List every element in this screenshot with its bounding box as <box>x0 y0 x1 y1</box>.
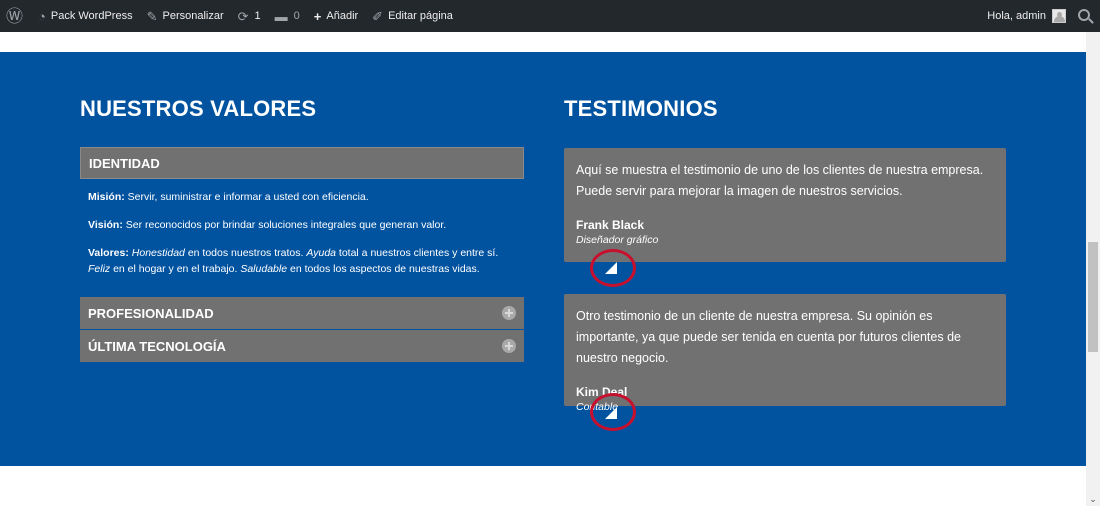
site-name-label: Pack WordPress <box>50 10 133 22</box>
search-icon[interactable] <box>1078 8 1090 21</box>
mision-text: Misión: Servir, suministrar e informar a… <box>88 189 516 205</box>
updates-link[interactable]: ⟳ 1 <box>231 0 268 32</box>
testimonials-title: TESTIMONIOS <box>564 96 718 121</box>
customize-link[interactable]: ✎ Personalizar <box>140 0 231 32</box>
accordion-title: IDENTIDAD <box>89 155 160 171</box>
values-accordion-collapsed: PROFESIONALIDAD ÚLTIMA TECNOLOGÍA <box>80 297 524 362</box>
page-content: NUESTROS VALORES IDENTIDAD Misión: Servi… <box>0 32 1086 506</box>
edit-page-label: Editar página <box>388 10 453 22</box>
wordpress-logo-icon: Ⓦ <box>6 6 23 26</box>
add-new-menu[interactable]: + Añadir <box>307 0 365 32</box>
valores-saludable: Saludable <box>240 263 288 275</box>
updates-count: 1 <box>254 10 261 22</box>
vision-text: Visión: Ser reconocidos por brindar solu… <box>88 217 516 233</box>
values-accordion: IDENTIDAD Misión: Servir, suministrar e … <box>80 147 524 297</box>
admin-bar: Ⓦ ◔ Pack WordPress ✎ Personalizar ⟳ 1 ▬ … <box>0 0 1100 32</box>
testimonial-author: Frank Black <box>576 218 645 232</box>
testimonial-card: Otro testimonio de un cliente de nuestra… <box>564 294 1006 413</box>
expand-plus-icon[interactable] <box>502 306 516 320</box>
vision-label: Visión: <box>88 219 123 231</box>
mision-value: Servir, suministrar e informar a usted c… <box>127 191 369 203</box>
valores-text-3: en el hogar y en el trabajo. <box>110 263 241 275</box>
scroll-down-arrow-icon[interactable]: ⌄ <box>1086 494 1100 505</box>
comment-icon: ▬ <box>274 8 288 24</box>
accordion-title: ÚLTIMA TECNOLOGÍA <box>88 338 226 354</box>
dashboard-icon: ◔ <box>38 8 46 24</box>
valores-text-2: total a nuestros clientes y entre sí. <box>336 247 499 259</box>
accordion-content-identidad: Misión: Servir, suministrar e informar a… <box>80 179 524 297</box>
values-testimonials-section: NUESTROS VALORES IDENTIDAD Misión: Servi… <box>0 52 1086 466</box>
valores-honestidad: Honestidad <box>131 247 185 259</box>
testimonial-quote: Aquí se muestra el testimonio de uno de … <box>576 163 984 198</box>
scrollbar-thumb[interactable] <box>1088 242 1098 352</box>
valores-ayuda: Ayuda <box>306 247 336 259</box>
vision-value: Ser reconocidos por brindar soluciones i… <box>125 219 447 231</box>
testimonial-quote: Otro testimonio de un cliente de nuestra… <box>576 309 961 365</box>
testimonial-author: Kim Deal <box>576 385 628 399</box>
valores-feliz: Feliz <box>88 263 111 275</box>
accordion-header-profesionalidad[interactable]: PROFESIONALIDAD <box>80 297 524 329</box>
my-account-menu[interactable]: Hola, admin <box>980 0 1070 32</box>
add-new-label: Añadir <box>326 10 359 22</box>
customize-label: Personalizar <box>162 10 224 22</box>
valores-text-4: en todos los aspectos de nuestras vidas. <box>287 263 480 275</box>
updates-icon: ⟳ <box>237 8 249 24</box>
expand-plus-icon[interactable] <box>502 339 516 353</box>
plus-icon: + <box>313 8 322 24</box>
greeting-label: Hola, admin <box>987 10 1046 22</box>
valores-text-1: en todos nuestros tratos. <box>184 247 307 259</box>
vertical-scrollbar[interactable]: ⌄ <box>1086 32 1100 506</box>
valores-label: Valores: <box>88 247 129 259</box>
accordion-title: PROFESIONALIDAD <box>88 305 214 321</box>
comments-link[interactable]: ▬ 0 <box>268 0 307 32</box>
testimonial-card: Aquí se muestra el testimonio de uno de … <box>564 148 1006 262</box>
testimonial-role: Diseñador gráfico <box>576 234 659 246</box>
edit-page-link[interactable]: ✐ Editar página <box>365 0 460 32</box>
values-title: NUESTROS VALORES <box>80 96 317 121</box>
accordion-header-ultima-tecnologia[interactable]: ÚLTIMA TECNOLOGÍA <box>80 330 524 362</box>
avatar <box>1052 9 1066 23</box>
site-name-menu[interactable]: ◔ Pack WordPress <box>31 0 140 32</box>
mision-label: Misión: <box>88 191 125 203</box>
comments-count: 0 <box>293 10 300 22</box>
brush-icon: ✎ <box>146 8 158 24</box>
annotation-circle <box>590 393 636 431</box>
annotation-circle <box>590 249 636 287</box>
valores-text: Valores: Honestidad en todos nuestros tr… <box>88 245 516 277</box>
testimonial-role: Contable <box>576 401 619 413</box>
pencil-icon: ✐ <box>372 8 384 24</box>
wordpress-menu[interactable]: Ⓦ <box>0 0 31 32</box>
accordion-header-identidad[interactable]: IDENTIDAD <box>80 147 524 179</box>
